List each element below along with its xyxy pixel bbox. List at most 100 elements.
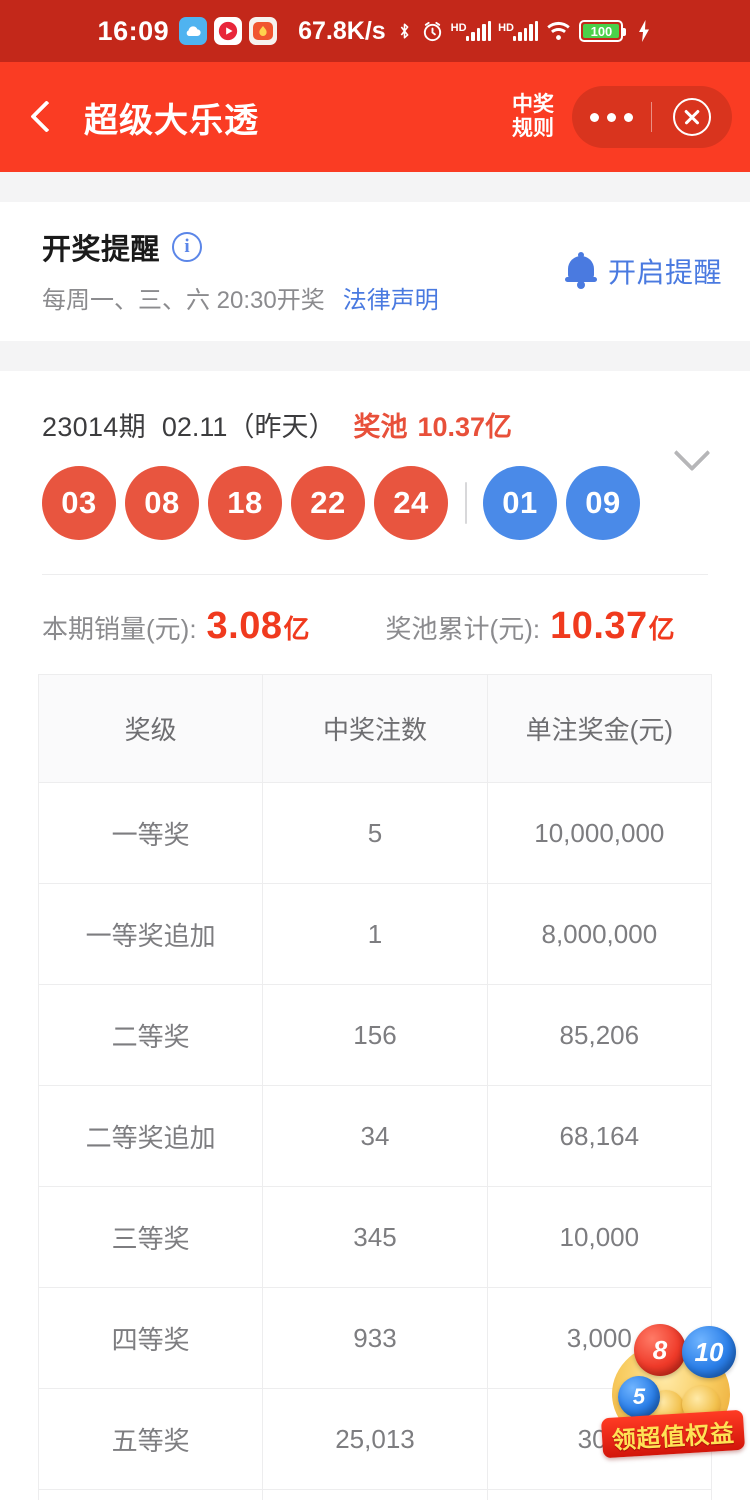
promo-ball-blue: 10	[682, 1326, 736, 1378]
video-app-icon	[214, 17, 243, 45]
page-title: 超级大乐透	[84, 101, 259, 140]
table-row: 三等奖 345 10,000	[39, 1187, 711, 1288]
col-header-amount: 单注奖金(元)	[487, 675, 711, 783]
chevron-down-icon[interactable]	[676, 439, 708, 471]
draw-date: 02.11（昨天）	[161, 412, 336, 442]
pool-label: 奖池	[353, 412, 408, 442]
rules-line-1: 中奖	[512, 92, 554, 116]
front-ball: 03	[42, 466, 116, 540]
cell-count	[263, 1490, 488, 1500]
hd-label-2: HD	[498, 22, 514, 34]
status-bar: 16:09 67.8K/s HD HD 100	[0, 0, 750, 62]
back-ball: 09	[566, 466, 640, 540]
col-header-count: 中奖注数	[263, 675, 488, 783]
sales-stats-row: 本期销量(元): 3.08 亿 奖池累计(元): 10.37 亿	[0, 575, 750, 674]
stat-sales: 本期销量(元): 3.08 亿	[42, 605, 310, 648]
cell-level: 三等奖	[39, 1187, 264, 1288]
cloud-app-icon	[179, 17, 208, 45]
more-menu-icon[interactable]	[573, 112, 651, 122]
draw-result-section: 23014期 02.11（昨天） 奖池 10.37亿 03 08 18 22 2…	[0, 371, 750, 540]
section-gap-mid	[0, 341, 750, 371]
mini-program-capsule	[572, 86, 732, 148]
hd-label: HD	[450, 22, 467, 34]
front-ball: 22	[291, 466, 365, 540]
front-ball: 18	[208, 466, 282, 540]
winning-numbers: 03 08 18 22 24 01 09	[42, 466, 720, 540]
pool-value: 10.37亿	[417, 412, 513, 442]
front-ball: 24	[374, 466, 448, 540]
cell-count: 933	[263, 1288, 488, 1389]
flame-app-icon	[249, 17, 278, 45]
table-row: 二等奖追加 34 68,164	[39, 1086, 711, 1187]
close-icon	[672, 98, 711, 136]
table-row: 一等奖追加 1 8,000,000	[39, 884, 711, 985]
prize-rules-button[interactable]: 中奖 规则	[512, 93, 554, 141]
rules-line-2: 规则	[512, 117, 554, 140]
network-speed: 67.8K/s	[298, 16, 386, 45]
front-ball: 08	[125, 466, 199, 540]
wifi-icon	[545, 20, 572, 42]
battery-level: 100	[590, 23, 613, 39]
table-row: 一等奖 5 10,000,000	[39, 783, 711, 884]
back-ball: 01	[483, 466, 557, 540]
draw-schedule-text: 每周一、三、六 20:30开奖	[42, 287, 325, 314]
status-time: 16:09	[97, 15, 170, 46]
numbers-divider	[465, 482, 467, 524]
bluetooth-icon	[395, 19, 414, 43]
table-row	[39, 1490, 711, 1500]
stat-value: 3.08	[206, 605, 283, 647]
table-row: 二等奖 156 85,206	[39, 985, 711, 1086]
table-header-row: 奖级 中奖注数 单注奖金(元)	[39, 675, 711, 783]
reminder-title: 开奖提醒	[42, 234, 161, 266]
cell-count: 345	[263, 1187, 488, 1288]
cell-level: 五等奖	[39, 1389, 264, 1490]
cell-amount: 68,164	[487, 1086, 711, 1187]
stat-unit: 亿	[648, 614, 675, 644]
cell-level: 一等奖追加	[39, 884, 264, 985]
stat-label: 奖池累计(元):	[385, 614, 541, 644]
stat-pool: 奖池累计(元): 10.37 亿	[386, 605, 675, 648]
alarm-icon	[421, 20, 444, 43]
draw-meta-row: 23014期 02.11（昨天） 奖池 10.37亿	[42, 405, 720, 444]
battery-icon: 100	[579, 20, 627, 42]
cell-level	[39, 1490, 264, 1500]
hd-signal-icon-2: HD	[498, 21, 539, 41]
cell-level: 一等奖	[39, 783, 264, 884]
cell-count: 25,013	[263, 1389, 488, 1490]
cell-amount: 8,000,000	[487, 884, 711, 985]
enable-reminder-label: 开启提醒	[607, 256, 722, 288]
cell-count: 156	[263, 985, 488, 1086]
promo-ribbon-text: 领超值权益	[611, 1419, 736, 1455]
cell-amount: 85,206	[487, 985, 711, 1086]
cell-count: 34	[263, 1086, 488, 1187]
stat-label: 本期销量(元):	[42, 614, 197, 644]
legal-statement-link[interactable]: 法律声明	[343, 280, 439, 315]
hd-signal-icon: HD	[450, 21, 492, 41]
charging-bolt-icon	[636, 19, 652, 43]
issue-number: 23014期	[42, 412, 146, 442]
cell-count: 1	[263, 884, 488, 985]
stat-unit: 亿	[283, 614, 310, 644]
promo-floating-button[interactable]: 8 10 5 领超值权益	[596, 1320, 748, 1460]
promo-ribbon: 领超值权益	[600, 1409, 746, 1459]
cell-level: 二等奖	[39, 985, 264, 1086]
col-header-level: 奖级	[39, 675, 264, 783]
cell-amount: 10,000,000	[487, 783, 711, 884]
promo-ball-red: 8	[634, 1324, 686, 1376]
cell-level: 二等奖追加	[39, 1086, 264, 1187]
app-header: 超级大乐透 中奖 规则	[0, 62, 750, 172]
close-button[interactable]	[652, 98, 732, 136]
app-root: 16:09 67.8K/s HD HD 100 超级大乐透 中奖 规则 开奖提醒…	[0, 0, 750, 1500]
section-gap-top	[0, 172, 750, 202]
stat-value: 10.37	[550, 605, 648, 647]
cell-amount	[488, 1490, 711, 1500]
cell-amount: 10,000	[487, 1187, 711, 1288]
enable-reminder-button[interactable]: 开启提醒	[564, 251, 722, 291]
cell-level: 四等奖	[39, 1288, 264, 1389]
cell-count: 5	[263, 783, 488, 884]
back-button[interactable]	[26, 100, 60, 134]
bell-icon	[564, 251, 597, 289]
promo-ball-blue-small: 5	[618, 1376, 660, 1418]
info-icon[interactable]: i	[172, 232, 203, 262]
draw-reminder-section: 开奖提醒 i 每周一、三、六 20:30开奖 法律声明 开启提醒	[0, 202, 750, 341]
